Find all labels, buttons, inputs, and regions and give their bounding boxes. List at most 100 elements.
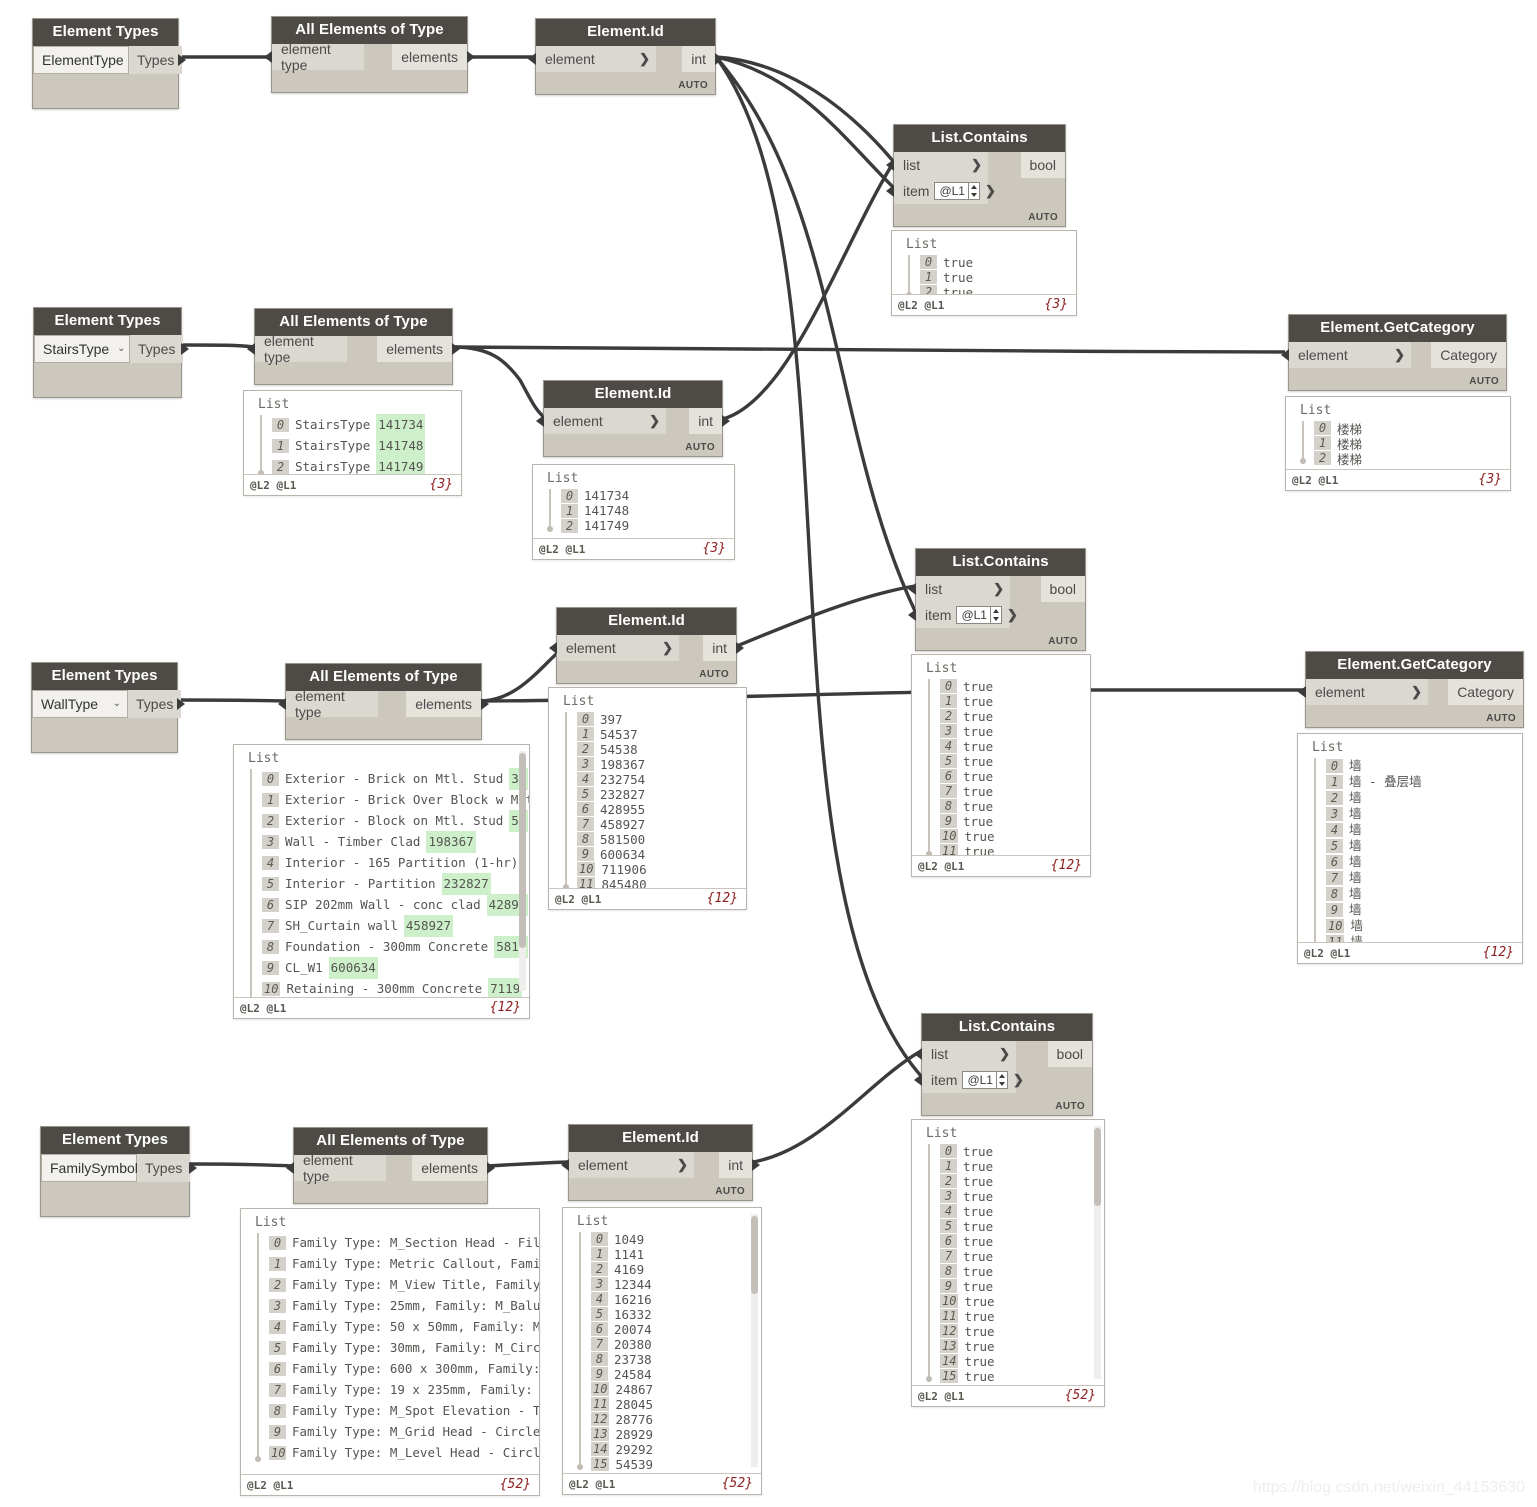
node-element-types-walltype[interactable]: Element Types WallType ⌄ Types <box>31 662 185 753</box>
port-connector-out[interactable] <box>481 697 489 710</box>
node-all-elements-of-type-family[interactable]: All Elements of Type element type elemen… <box>286 1127 495 1204</box>
scrollbar-thumb[interactable] <box>519 753 526 948</box>
node-element-getcategory-stairs[interactable]: Element.GetCategory element ❯ Category A… <box>1281 314 1507 391</box>
scrollbar-thumb[interactable] <box>751 1216 758 1294</box>
chevron-right-icon[interactable]: ❯ <box>677 1157 688 1173</box>
output-port-types[interactable]: Types <box>128 689 185 718</box>
output-port-types[interactable]: Types <box>137 1153 197 1182</box>
output-port-elements[interactable]: elements <box>406 690 489 717</box>
input-port-list[interactable]: list ❯ <box>886 151 988 178</box>
chevron-right-icon[interactable]: ❯ <box>993 581 1004 597</box>
node-element-types-familysymbol[interactable]: Element Types FamilySymbol ⌄ Types <box>40 1126 197 1217</box>
output-port-bool[interactable]: bool <box>1047 1040 1092 1067</box>
output-port-bool[interactable]: bool <box>1020 151 1065 178</box>
port-connector-out[interactable] <box>487 1161 495 1174</box>
node-all-elements-of-type-walls[interactable]: All Elements of Type element type elemen… <box>278 663 489 740</box>
output-port-int[interactable]: int <box>689 407 730 434</box>
chevron-right-icon[interactable]: ❯ <box>639 51 650 67</box>
output-port-category[interactable]: Category <box>1448 678 1523 705</box>
input-port-element[interactable]: element ❯ <box>1281 341 1411 368</box>
port-connector-out[interactable] <box>177 697 185 710</box>
port-connector-in[interactable] <box>1298 685 1306 698</box>
port-connector-in[interactable] <box>549 641 557 654</box>
dropdown-element-type[interactable]: ElementType ⌄ <box>33 45 140 74</box>
list-level-stepper[interactable]: @L1 <box>934 181 980 200</box>
chevron-right-icon[interactable]: ❯ <box>1394 347 1405 363</box>
dropdown-element-type[interactable]: FamilySymbol ⌄ <box>41 1153 154 1182</box>
list-level-stepper[interactable]: @L1 <box>956 605 1002 624</box>
node-element-id-walls[interactable]: Element.Id element ❯ int AUTO <box>549 607 744 684</box>
node-all-elements-of-type-stairs[interactable]: All Elements of Type element type elemen… <box>247 308 460 385</box>
input-port-item[interactable]: item @L1 ❯ <box>886 177 996 204</box>
port-connector-in[interactable] <box>247 342 255 355</box>
port-connector-in[interactable] <box>908 582 916 595</box>
list-level-stepper[interactable]: @L1 <box>962 1070 1008 1089</box>
port-connector-out[interactable] <box>715 52 723 65</box>
port-connector-in[interactable] <box>264 50 272 63</box>
port-connector-in[interactable] <box>278 697 286 710</box>
chevron-right-icon[interactable]: ❯ <box>999 1046 1010 1062</box>
node-list-contains-family[interactable]: List.Contains list ❯ bool item @L1 ❯ AUT… <box>914 1013 1093 1116</box>
dropdown-element-type[interactable]: StairsType ⌄ <box>34 334 130 363</box>
node-element-id-family[interactable]: Element.Id element ❯ int AUTO <box>561 1124 760 1201</box>
port-connector-out[interactable] <box>181 342 189 355</box>
input-port-element[interactable]: element ❯ <box>1298 678 1428 705</box>
node-list-contains-walls[interactable]: List.Contains list ❯ bool item @L1 ❯ AUT… <box>908 548 1086 651</box>
input-port-element[interactable]: element ❯ <box>561 1151 694 1178</box>
port-connector-out[interactable] <box>722 414 730 427</box>
input-port-element[interactable]: element ❯ <box>536 407 666 434</box>
chevron-right-icon[interactable]: ❯ <box>662 640 673 656</box>
input-port-element[interactable]: element ❯ <box>528 45 656 72</box>
node-all-elements-of-type-1[interactable]: All Elements of Type element type elemen… <box>264 16 475 93</box>
node-list-contains-stairs[interactable]: List.Contains list ❯ bool item @L1 ❯ AUT… <box>886 124 1066 227</box>
port-connector-in[interactable] <box>886 158 894 171</box>
input-port-element-type[interactable]: element type <box>247 333 347 365</box>
input-port-element[interactable]: element ❯ <box>549 634 679 661</box>
port-connector-out[interactable] <box>467 50 475 63</box>
port-connector-in[interactable] <box>536 414 544 427</box>
port-connector-out[interactable] <box>452 342 460 355</box>
port-connector-out[interactable] <box>189 1161 197 1174</box>
port-connector-in[interactable] <box>286 1161 294 1174</box>
scrollbar-thumb[interactable] <box>1094 1128 1101 1206</box>
port-connector-out[interactable] <box>736 641 744 654</box>
chevron-right-icon[interactable]: ❯ <box>971 157 982 173</box>
node-element-types-elementtype[interactable]: Element Types ElementType ⌄ Types <box>32 18 186 109</box>
port-connector-in[interactable] <box>914 1047 922 1060</box>
node-element-getcategory-walls[interactable]: Element.GetCategory element ❯ Category A… <box>1298 651 1524 728</box>
stepper-arrows[interactable] <box>995 1071 1007 1088</box>
port-connector-in[interactable] <box>1281 348 1289 361</box>
output-port-bool[interactable]: bool <box>1040 575 1085 602</box>
port-connector-in[interactable] <box>528 52 536 65</box>
output-port-types[interactable]: Types <box>129 45 186 74</box>
dynamo-canvas[interactable]: Element Types ElementType ⌄ Types All El… <box>0 0 1537 1507</box>
stepper-arrows[interactable] <box>967 182 979 199</box>
output-port-elements[interactable]: elements <box>377 335 460 362</box>
input-port-item[interactable]: item @L1 ❯ <box>908 601 1018 628</box>
chevron-right-icon[interactable]: ❯ <box>1411 684 1422 700</box>
port-connector-in[interactable] <box>886 184 894 197</box>
port-connector-in[interactable] <box>914 1073 922 1086</box>
output-port-elements[interactable]: elements <box>412 1154 495 1181</box>
input-port-list[interactable]: list ❯ <box>908 575 1010 602</box>
node-element-types-stairstype[interactable]: Element Types StairsType ⌄ Types <box>33 307 189 398</box>
input-port-element-type[interactable]: element type <box>278 688 378 720</box>
input-port-item[interactable]: item @L1 ❯ <box>914 1066 1024 1093</box>
port-connector-in[interactable] <box>561 1158 569 1171</box>
port-connector-in[interactable] <box>908 608 916 621</box>
output-port-category[interactable]: Category <box>1431 341 1506 368</box>
dropdown-element-type[interactable]: WallType ⌄ <box>32 689 128 718</box>
output-port-int[interactable]: int <box>682 45 723 72</box>
input-port-element-type[interactable]: element type <box>286 1152 386 1184</box>
output-port-types[interactable]: Types <box>130 334 189 363</box>
output-port-elements[interactable]: elements <box>392 43 475 70</box>
chevron-right-icon[interactable]: ❯ <box>649 413 660 429</box>
input-port-list[interactable]: list ❯ <box>914 1040 1016 1067</box>
node-element-id-1[interactable]: Element.Id element ❯ int AUTO <box>528 18 723 95</box>
port-connector-out[interactable] <box>752 1158 760 1171</box>
output-port-int[interactable]: int <box>719 1151 760 1178</box>
output-port-int[interactable]: int <box>703 634 744 661</box>
node-element-id-stairs[interactable]: Element.Id element ❯ int AUTO <box>536 380 730 457</box>
input-port-element-type[interactable]: element type <box>264 41 364 73</box>
stepper-arrows[interactable] <box>989 606 1001 623</box>
